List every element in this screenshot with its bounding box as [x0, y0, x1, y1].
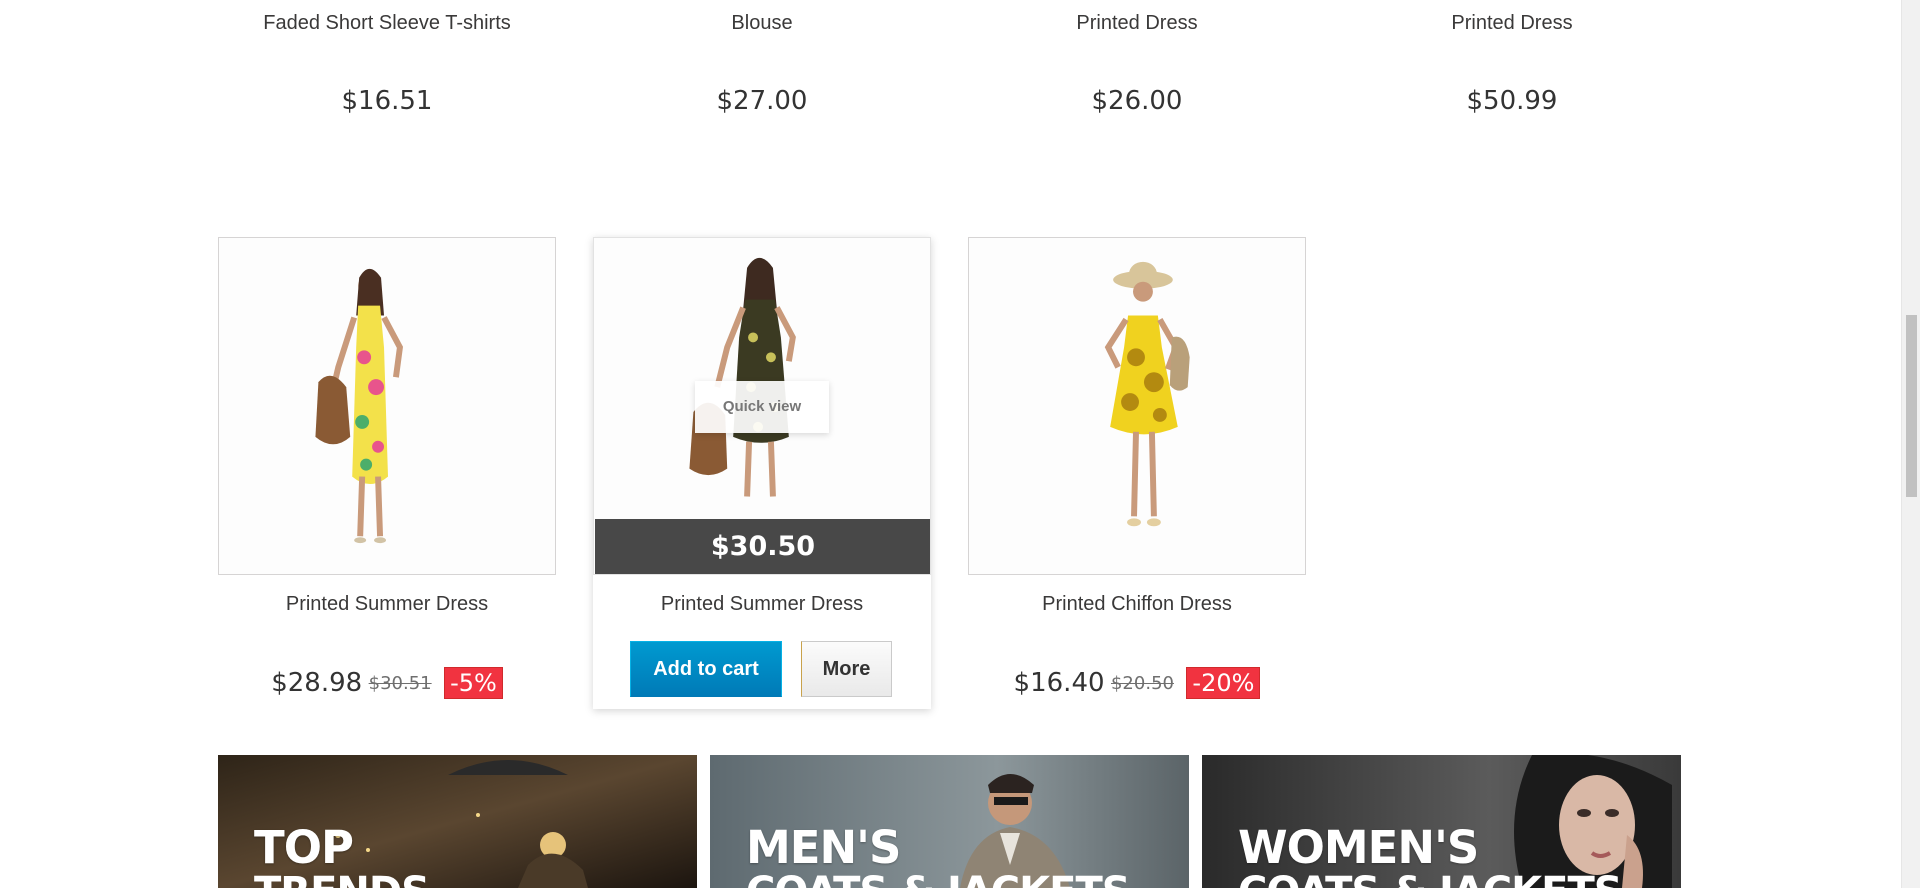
product-name[interactable]: Printed Dress — [968, 12, 1306, 35]
product-name[interactable]: Printed Summer Dress — [218, 593, 556, 616]
product-price: $16.40 — [1013, 668, 1105, 698]
banner-subtitle: COATS & JACKETS — [746, 871, 1131, 888]
banner-title: MEN'S — [746, 821, 901, 874]
hover-price-bar: $30.50 — [595, 519, 930, 574]
product-price: $16.51 — [341, 86, 433, 116]
old-price: $20.50 — [1110, 672, 1174, 694]
product-image-link[interactable] — [218, 237, 556, 575]
product-price: $27.00 — [716, 86, 808, 116]
product-name[interactable]: Faded Short Sleeve T-shirts — [218, 12, 556, 35]
product-price: $50.99 — [1466, 86, 1558, 116]
banner-mens-coats[interactable]: MEN'S COATS & JACKETS — [710, 755, 1189, 888]
product-name[interactable]: Printed Dress — [1343, 12, 1681, 35]
scrollbar-thumb[interactable] — [1906, 315, 1917, 497]
product-listing-page: Faded Short Sleeve T-shirts $16.51 Blous… — [0, 0, 1901, 888]
product-image-link[interactable] — [968, 237, 1306, 575]
product-name[interactable]: Blouse — [593, 12, 931, 35]
product-card-printed-summer-dress-2[interactable]: Quick view $30.50 Printed Summer Dress A… — [593, 237, 931, 709]
old-price: $30.51 — [368, 672, 432, 694]
add-to-cart-button[interactable]: Add to cart — [630, 641, 782, 697]
product-price: $28.98 — [271, 668, 363, 698]
product-card-printed-chiffon-dress[interactable]: Printed Chiffon Dress $16.40 $20.50 -20% — [968, 237, 1306, 709]
banner-subtitle: TRENDS — [254, 871, 430, 888]
discount-badge: -20% — [1186, 667, 1261, 699]
quick-view-button[interactable]: Quick view — [695, 381, 829, 433]
product-image — [969, 238, 1305, 574]
discount-badge: -5% — [444, 667, 503, 699]
banner-title: TOP — [254, 821, 354, 874]
product-card-printed-summer-dress-1[interactable]: Printed Summer Dress $28.98 $30.51 -5% — [218, 237, 556, 709]
banner-title: WOMEN'S — [1238, 821, 1479, 874]
banner-womens-coats[interactable]: WOMEN'S COATS & JACKETS — [1202, 755, 1681, 888]
banner-subtitle: COATS & JACKETS — [1238, 871, 1623, 888]
product-image — [219, 238, 555, 574]
product-name[interactable]: Printed Summer Dress — [593, 593, 931, 616]
more-button[interactable]: More — [801, 641, 892, 697]
price-line: $16.40 $20.50 -20% — [968, 667, 1306, 699]
product-price: $26.00 — [1091, 86, 1183, 116]
price-line: $28.98 $30.51 -5% — [218, 667, 556, 699]
vertical-scrollbar[interactable] — [1901, 0, 1920, 888]
product-image-link[interactable]: Quick view $30.50 — [593, 237, 931, 575]
product-name[interactable]: Printed Chiffon Dress — [968, 593, 1306, 616]
banner-top-trends[interactable]: TOP TRENDS — [218, 755, 697, 888]
